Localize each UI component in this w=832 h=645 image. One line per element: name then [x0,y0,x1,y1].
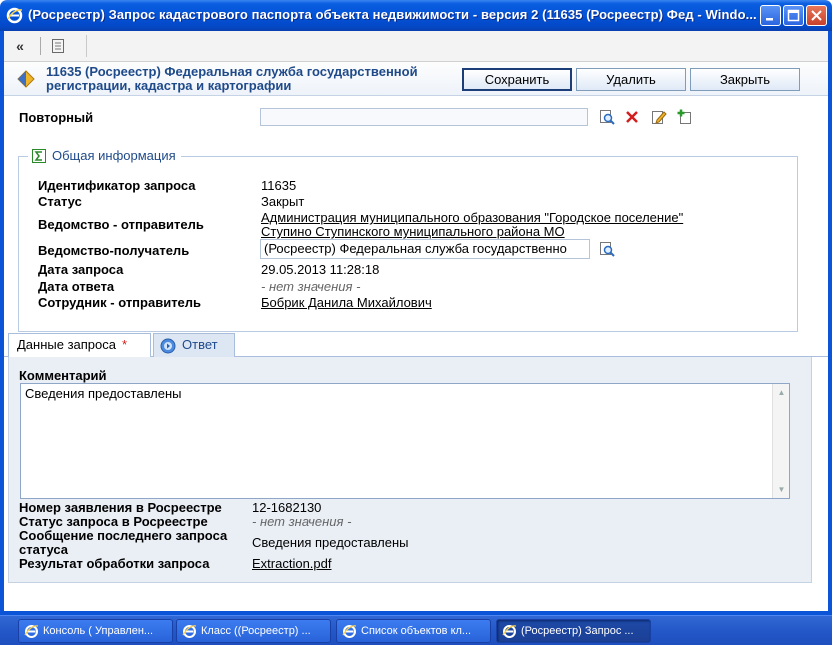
edit-icon[interactable] [651,109,667,125]
minimize-icon [766,18,773,21]
comment-textarea[interactable]: Сведения предоставлены ▲ ▼ [20,383,790,499]
open-lookup-icon[interactable] [599,241,615,257]
repeat-field[interactable] [260,108,588,126]
form-header: 11635 (Росреестр) Федеральная служба гос… [4,62,828,96]
maximize-icon [787,9,800,22]
comment-scrollbar[interactable]: ▲ ▼ [772,384,789,498]
close-icon [811,10,822,21]
close-window-button[interactable] [806,5,827,26]
document-button[interactable] [46,35,70,57]
window-client-area: « 11635 (Росреестр) Федеральная служба г… [4,31,828,611]
clear-icon[interactable] [624,109,640,125]
request-id-label: Идентификатор запроса [38,178,196,193]
taskbar-item-label: Список объектов кл... [361,625,472,637]
rosreestr-number-value: 12-1682130 [252,500,322,515]
status-value: Закрыт [261,194,305,209]
request-date-value: 29.05.2013 11:28:18 [261,262,380,277]
toolbar-separator [86,35,87,57]
status-label: Статус [38,194,82,209]
taskbar-item-active[interactable]: (Росреестр) Запрос ... [496,619,651,643]
result-label: Результат обработки запроса [19,556,210,571]
tab-request-data-label: Данные запроса [17,337,116,352]
general-info-legend[interactable]: Общая информация [28,148,181,163]
request-id-value: 11635 [261,178,297,193]
taskbar-item-label: Консоль ( Управлен... [43,625,154,637]
ie-icon [24,625,39,638]
minimize-button[interactable] [760,5,781,26]
request-date-label: Дата запроса [38,262,124,277]
tab-answer[interactable]: Ответ [153,333,235,358]
answer-date-value: - нет значения - [261,279,361,294]
comment-text: Сведения предоставлены [25,386,182,401]
create-new-icon[interactable] [677,109,693,125]
toolbar: « [4,31,828,62]
ie-icon [6,7,23,24]
receiver-agency-label: Ведомство-получатель [38,243,190,258]
tab-request-data[interactable]: Данные запроса * [8,333,151,358]
delete-button[interactable]: Удалить [576,68,686,91]
section-sigma-icon [32,148,46,163]
last-status-msg-label: Сообщение последнего запроса [19,528,228,543]
close-button[interactable]: Закрыть [690,68,800,91]
window-title: (Росреестр) Запрос кадастрового паспорта… [28,7,756,22]
general-info-title: Общая информация [52,148,176,163]
taskbar-item[interactable]: Список объектов кл... [336,619,491,643]
maximize-button[interactable] [783,5,804,26]
scroll-up-icon[interactable]: ▲ [774,385,789,400]
taskbar-item[interactable]: Класс ((Росреестр) ... [176,619,331,643]
rosreestr-number-label: Номер заявления в Росреестре [19,500,222,515]
result-file-link[interactable]: Extraction.pdf [252,556,332,571]
sender-agency-link[interactable]: Администрация муниципального образования… [261,210,683,225]
taskbar-item[interactable]: Консоль ( Управлен... [18,619,173,643]
tab-answer-label: Ответ [182,337,218,352]
tab-answer-icon [160,338,176,354]
sender-employee-label: Сотрудник - отправитель [38,295,202,310]
open-lookup-icon[interactable] [599,109,615,125]
taskbar-item-label: (Росреестр) Запрос ... [521,625,634,637]
required-marker: * [122,337,128,352]
form-title: 11635 (Росреестр) Федеральная служба гос… [46,64,418,93]
ie-icon [342,625,357,638]
answer-date-label: Дата ответа [38,279,115,294]
collapse-button[interactable]: « [8,35,32,57]
document-icon [52,39,64,53]
repeat-label: Повторный [19,110,94,125]
ie-icon [502,625,517,638]
ie-icon [182,625,197,638]
toolbar-separator [40,37,41,55]
sender-agency-link-line2[interactable]: Ступино Ступинского муниципального район… [261,224,565,239]
taskbar-item-label: Класс ((Росреестр) ... [201,625,311,637]
last-status-msg-value: Сведения предоставлены [252,535,409,550]
object-type-icon [17,70,35,88]
scroll-down-icon[interactable]: ▼ [774,482,789,497]
comment-label: Комментарий [19,368,107,383]
last-status-msg-label-line2: статуса [19,542,69,557]
window-frame: « 11635 (Росреестр) Федеральная служба г… [0,31,832,615]
rosreestr-status-label: Статус запроса в Росреестре [19,514,208,529]
receiver-agency-field[interactable]: (Росреестр) Федеральная служба государст… [260,239,590,259]
window-title-bar[interactable]: (Росреестр) Запрос кадастрового паспорта… [0,0,832,31]
sender-employee-link[interactable]: Бобрик Данила Михайлович [261,295,432,310]
save-button[interactable]: Сохранить [462,68,572,91]
taskbar: Консоль ( Управлен... Класс ((Росреестр)… [0,615,832,645]
sender-agency-label: Ведомство - отправитель [38,217,204,232]
rosreestr-status-value: - нет значения - [252,514,352,529]
